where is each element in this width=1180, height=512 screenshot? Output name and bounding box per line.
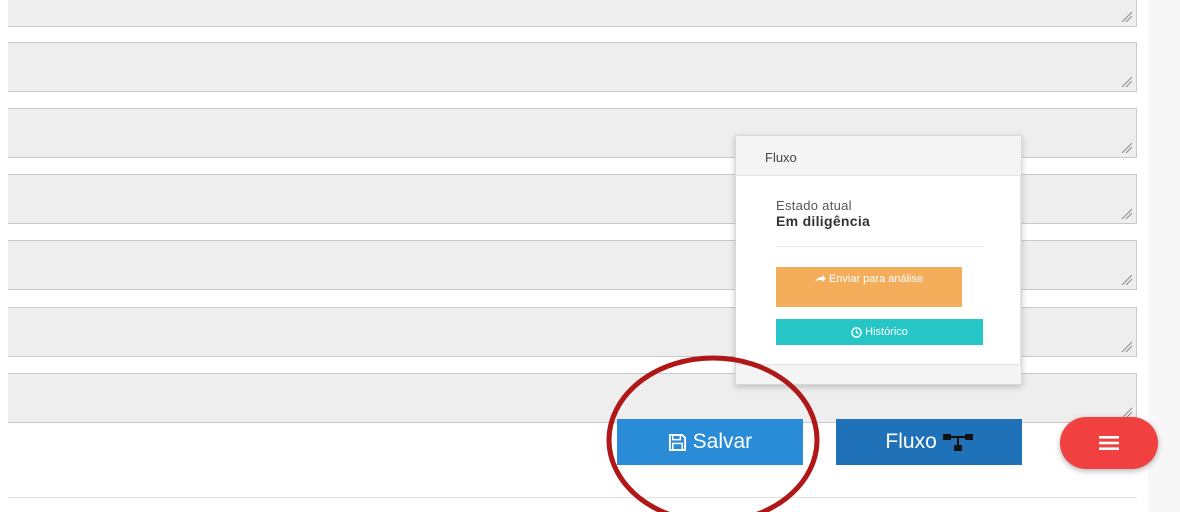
arrow-right-icon [814,274,826,282]
menu-fab-button[interactable] [1060,417,1158,469]
state-value: Em diligência [776,213,871,229]
flow-button[interactable]: Fluxo [836,419,1022,465]
save-button-label: Salvar [692,430,753,453]
clock-icon [851,326,862,338]
history-button-label: Histórico [865,326,908,338]
popover-divider [776,246,983,247]
popover-body: Estado atual Em diligência Enviar para a… [736,176,1021,364]
history-button[interactable]: Histórico [776,319,983,345]
resize-grip-icon[interactable] [1120,207,1132,219]
flow-button-label: Fluxo [885,430,937,453]
popover-header: Fluxo [736,136,1021,176]
send-button-label: Enviar para análise [828,273,924,285]
popover-footer [736,364,1021,384]
popover-title: Fluxo [765,150,797,165]
sitemap-icon [942,434,973,452]
resize-grip-icon[interactable] [1120,10,1132,22]
menu-bars-icon [1099,436,1119,450]
state-label: Estado atual [776,198,852,213]
resize-grip-icon[interactable] [1120,75,1132,87]
save-button[interactable]: Salvar [617,419,803,465]
resize-grip-icon[interactable] [1120,141,1132,153]
send-for-analysis-button[interactable]: Enviar para análise [776,267,962,307]
resize-grip-icon[interactable] [1120,273,1132,285]
resize-grip-icon[interactable] [1120,340,1132,352]
floppy-disk-icon [668,433,686,452]
text-area-2[interactable] [8,42,1137,92]
text-area-1[interactable] [8,0,1137,27]
form-divider [8,497,1137,498]
fluxo-popover: Fluxo Estado atual Em diligência Enviar … [735,135,1022,385]
